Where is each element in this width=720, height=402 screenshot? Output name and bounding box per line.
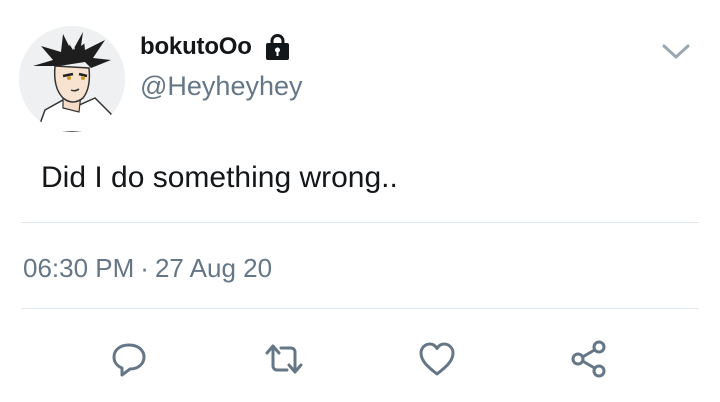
tweet-actions [0, 336, 720, 382]
user-handle[interactable]: @Heyheyhey [140, 71, 303, 102]
tweet-meta: 06:30 PM · 27 Aug 20 [23, 253, 272, 284]
chevron-down-icon[interactable] [660, 41, 692, 63]
user-name-row: bokutoOo [140, 33, 290, 61]
avatar[interactable] [19, 26, 125, 132]
tweet-text: Did I do something wrong.. [41, 161, 398, 194]
divider [21, 222, 699, 223]
share-icon [571, 340, 606, 378]
lock-icon [265, 33, 290, 61]
divider [21, 308, 699, 309]
like-icon [419, 342, 455, 376]
reply-button[interactable] [106, 336, 152, 382]
avatar-image [19, 26, 125, 132]
retweet-button[interactable] [261, 336, 307, 382]
reply-icon [112, 343, 146, 377]
meta-separator: · [140, 253, 149, 283]
display-name[interactable]: bokutoOo [140, 33, 252, 61]
tweet-date[interactable]: 27 Aug 20 [155, 253, 272, 283]
share-button[interactable] [566, 336, 612, 382]
like-button[interactable] [414, 336, 460, 382]
tweet-time[interactable]: 06:30 PM [23, 253, 134, 283]
retweet-icon [265, 344, 303, 374]
